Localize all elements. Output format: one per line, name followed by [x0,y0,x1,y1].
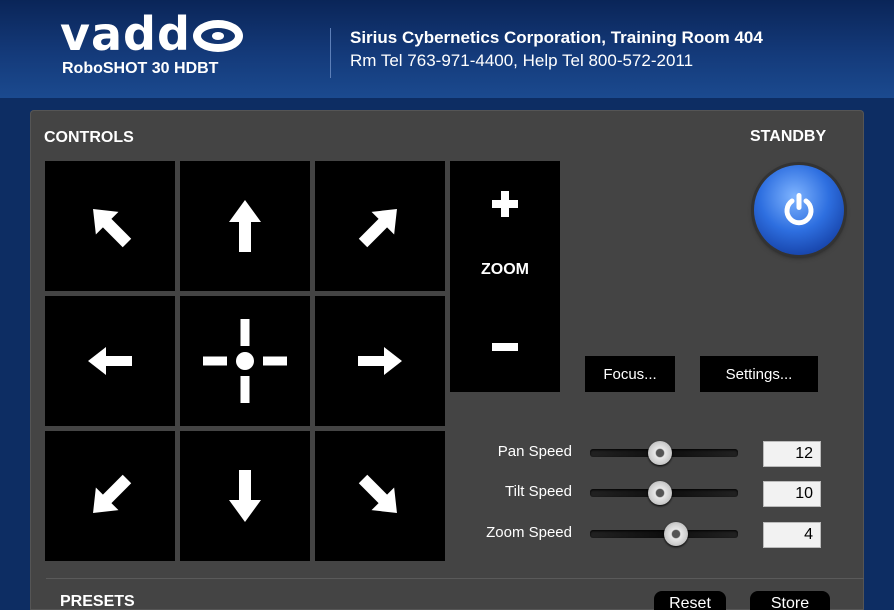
pan-speed-slider-handle[interactable] [647,441,672,465]
vaddio-logo: vadd [60,11,243,57]
controls-title: CONTROLS [44,129,134,146]
pan-tilt-left-button[interactable] [45,296,175,426]
pan-tilt-down-left-button[interactable] [45,431,175,561]
pan-tilt-up-right-button[interactable] [315,161,445,291]
reset-presets-button[interactable]: Reset [654,591,726,610]
tilt-speed-slider-handle[interactable] [647,481,672,505]
zoom-control: ZOOM [450,161,560,392]
pan-speed-input[interactable] [763,441,821,467]
zoom-out-button[interactable] [450,301,560,392]
pan-tilt-home-button[interactable] [180,296,310,426]
arrow-up-right-icon [358,209,397,248]
zoom-label: ZOOM [481,261,529,278]
tilt-speed-input[interactable] [763,481,821,507]
arrow-left-icon [88,347,132,375]
zoom-in-button[interactable] [450,161,560,246]
plus-icon [492,190,518,217]
arrow-right-icon [358,347,402,375]
arrow-up-icon [229,200,261,252]
header-divider [330,28,331,78]
standby-title: STANDBY [750,128,827,145]
pan-tilt-right-button[interactable] [315,296,445,426]
pan-tilt-up-left-button[interactable] [45,161,175,291]
zoom-speed-label: Zoom Speed [486,524,572,541]
header-bar: vadd RoboSHOT 30 HDBT Sirius Cybernetics… [0,0,894,98]
arrow-down-icon [229,470,261,522]
organization-name: Sirius Cybernetics Corporation, Training… [350,28,763,47]
settings-button[interactable]: Settings... [700,356,818,392]
zoom-speed-slider[interactable] [590,522,738,546]
minus-icon [492,342,518,351]
organization-phone: Rm Tel 763-971-4400, Help Tel 800-572-20… [350,51,694,70]
pan-tilt-pad [45,161,445,561]
crosshair-home-icon [203,319,287,403]
tilt-speed-slider[interactable] [590,481,738,505]
arrow-down-right-icon [358,474,397,513]
zoom-speed-input[interactable] [763,522,821,548]
presets-title: PRESETS [60,593,135,610]
store-preset-button[interactable]: Store [750,591,830,610]
focus-button[interactable]: Focus... [585,356,675,392]
standby-power-button[interactable] [754,165,844,255]
tilt-speed-label: Tilt Speed [505,483,572,500]
logo-o-mark [192,20,243,52]
pan-tilt-up-button[interactable] [180,161,310,291]
pan-speed-label: Pan Speed [497,443,572,460]
zoom-speed-slider-handle[interactable] [663,522,688,546]
pan-tilt-down-right-button[interactable] [315,431,445,561]
arrow-down-left-icon [93,474,132,513]
presets-bar: PRESETS Reset Store [46,578,864,610]
pan-speed-slider[interactable] [590,441,738,465]
arrow-up-left-icon [93,209,132,248]
controls-panel: CONTROLS STANDBY ZOOM Focus... Settings.… [30,110,864,610]
power-icon [784,193,814,226]
camera-model: RoboSHOT 30 HDBT [62,60,219,77]
pan-tilt-down-button[interactable] [180,431,310,561]
